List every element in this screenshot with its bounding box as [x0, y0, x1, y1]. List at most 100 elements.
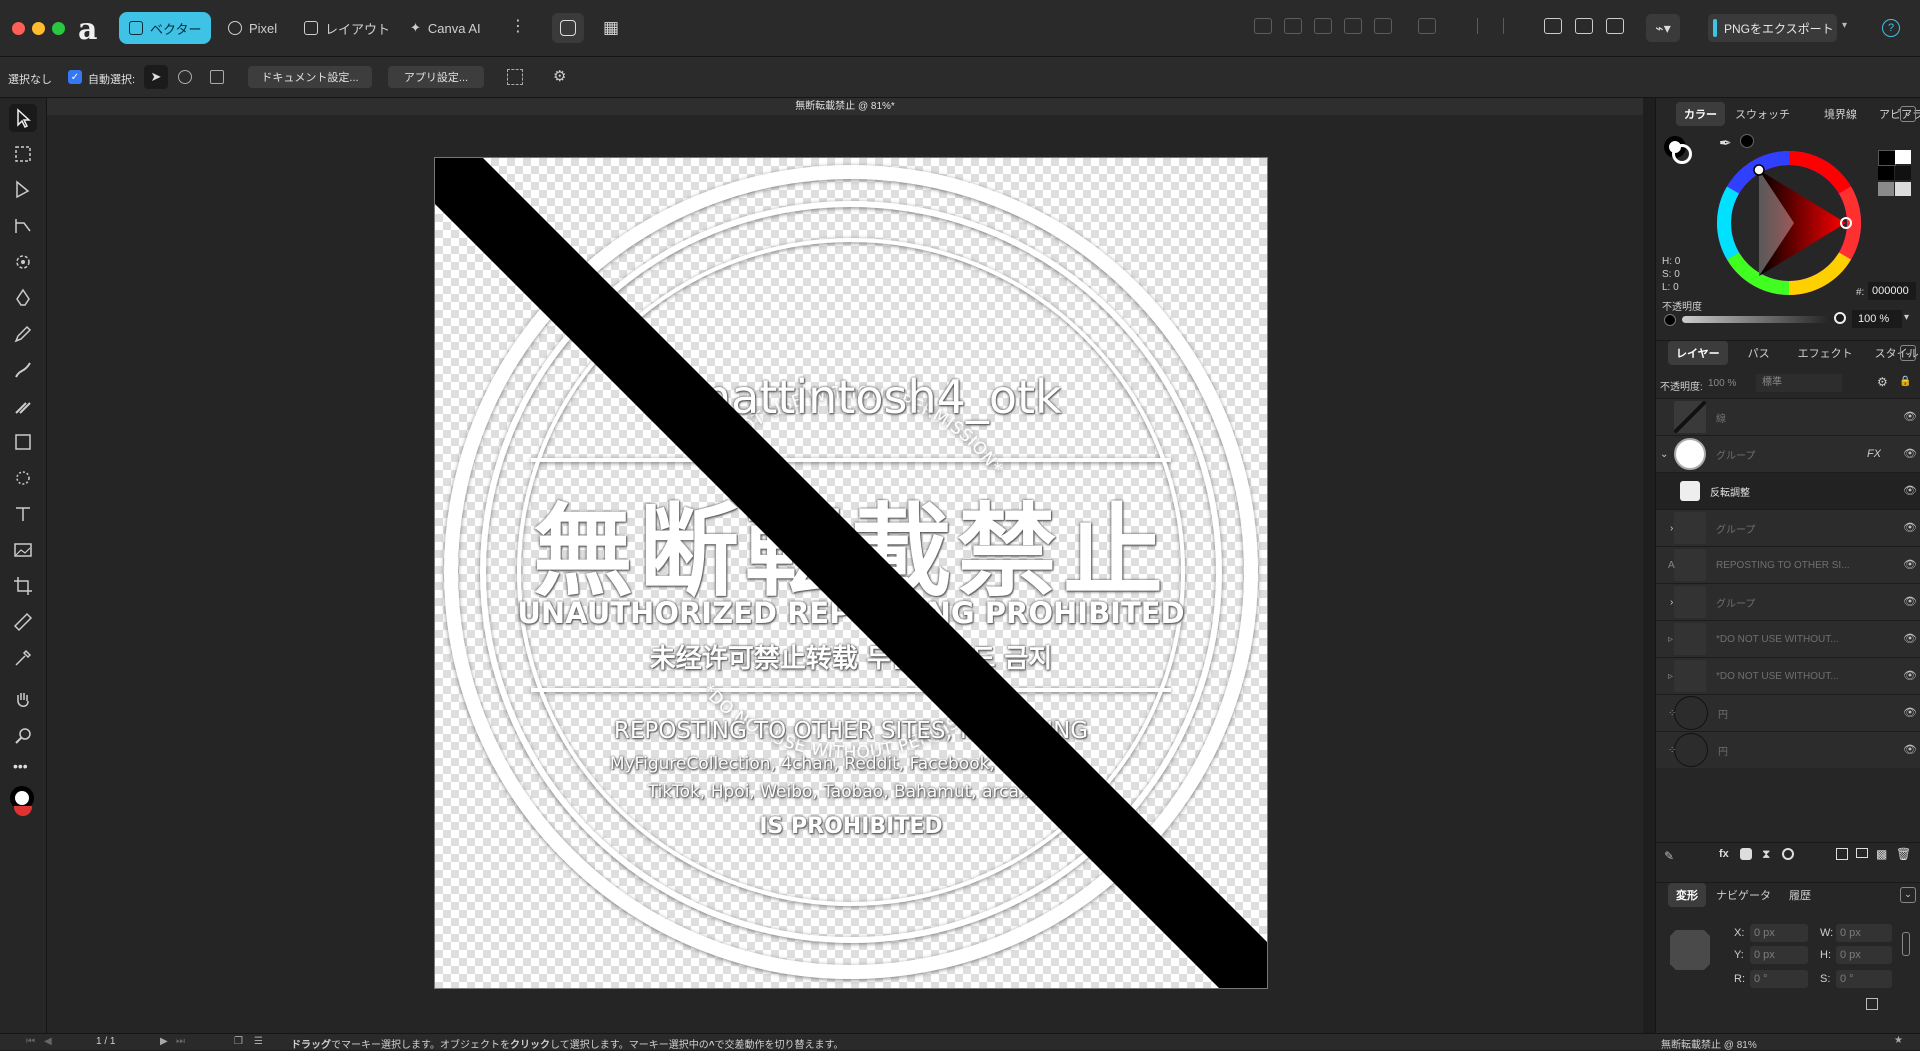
panel-collapse-icon[interactable]: ⌄ [1900, 106, 1916, 122]
persona-vector-button[interactable]: ベクター [119, 12, 212, 44]
tab-stroke[interactable]: 境界線 [1816, 102, 1865, 126]
stroke-color-swatch[interactable] [14, 806, 32, 816]
visibility-eye-icon[interactable]: 👁 [1903, 743, 1917, 756]
anchor-selector-icon[interactable] [1670, 930, 1710, 970]
page-next-icon[interactable]: ▶ [160, 1036, 168, 1047]
arrange-backward-icon[interactable] [1284, 18, 1302, 34]
persona-layout-button[interactable]: レイアウト [294, 12, 400, 44]
hand-tool-icon[interactable] [9, 686, 37, 714]
layer-row[interactable]: ▹ *DO NOT USE WITHOUT... 👁 [1656, 620, 1920, 657]
select-mode-cursor-icon[interactable]: ➤ [144, 65, 168, 89]
snapping-icon[interactable] [1575, 18, 1593, 34]
mask-icon[interactable] [1740, 848, 1752, 860]
visibility-eye-icon[interactable]: 👁 [1903, 521, 1917, 534]
export-png-button[interactable]: PNGをエクスポート [1708, 14, 1837, 42]
help-button[interactable]: ? [1882, 19, 1900, 37]
edit-layer-icon[interactable]: ✎ [1664, 849, 1674, 863]
export-dropdown-icon[interactable]: ▾ [1842, 20, 1847, 31]
studio-toggle-button[interactable] [552, 13, 584, 43]
visibility-eye-icon[interactable]: 👁 [1903, 632, 1917, 645]
view-mode-icon[interactable] [1606, 18, 1624, 34]
notes-icon[interactable]: ☰ [254, 1036, 263, 1047]
trash-icon[interactable]: 🗑 [1896, 847, 1911, 861]
y-input[interactable]: 0 px [1750, 946, 1808, 964]
grid-settings-icon[interactable] [507, 69, 523, 85]
opacity-dropdown-icon[interactable]: ▾ [1904, 312, 1909, 323]
expand-chevron-icon[interactable]: › [1670, 523, 1673, 534]
opacity-input[interactable]: 100 % [1852, 310, 1902, 328]
crop-tool-icon[interactable] [9, 572, 37, 600]
arrange-forward-icon[interactable] [1314, 18, 1332, 34]
pen-tool-icon[interactable] [9, 284, 37, 312]
layer-row[interactable]: ⁘ 円 👁 [1656, 694, 1920, 731]
tab-layers[interactable]: レイヤー [1668, 341, 1728, 365]
artboard[interactable]: *DO NOT USE WITHOUT PERMISSION* *DO NOT … [434, 157, 1268, 989]
corner-tool-icon[interactable] [9, 212, 37, 240]
vector-brush-tool-icon[interactable] [9, 356, 37, 384]
persona-pixel-button[interactable]: Pixel [218, 12, 287, 44]
distribute-icon[interactable] [1418, 18, 1436, 34]
arrange-back-icon[interactable] [1254, 18, 1272, 34]
document-settings-button[interactable]: ドキュメント設定... [248, 66, 372, 88]
opacity-slider-handle[interactable] [1834, 312, 1846, 324]
layer-row[interactable]: 反転調整 👁 [1656, 472, 1920, 509]
folder-icon[interactable] [1856, 848, 1868, 858]
layer-row[interactable]: 線 👁 [1656, 398, 1920, 435]
visibility-eye-icon[interactable]: 👁 [1903, 447, 1917, 460]
favorite-star-icon[interactable]: ★ [1894, 1035, 1903, 1046]
x-input[interactable]: 0 px [1750, 924, 1808, 942]
aspect-lock-icon[interactable] [1902, 932, 1910, 956]
app-settings-button[interactable]: アプリ設定... [388, 66, 484, 88]
expand-chevron-icon[interactable]: › [1670, 597, 1673, 608]
image-tool-icon[interactable] [9, 536, 37, 564]
layer-opacity-value[interactable]: 100 % [1708, 378, 1736, 389]
more-tools-icon[interactable]: ••• [13, 758, 28, 774]
transform-origin-icon[interactable] [1544, 18, 1562, 34]
lock-icon[interactable]: 🔒 [1899, 376, 1911, 387]
snapping-dropdown-icon[interactable]: ⌁▾ [1646, 14, 1680, 42]
layer-settings-gear-icon[interactable]: ⚙ [1877, 375, 1888, 389]
close-window-button[interactable] [12, 22, 25, 35]
swatch-light-gray[interactable] [1895, 182, 1911, 196]
point-transform-tool-icon[interactable] [9, 248, 37, 276]
pages-view-icon[interactable]: ❐ [234, 1036, 243, 1047]
auto-select-checkbox[interactable]: ✓ [68, 70, 82, 84]
visibility-eye-icon[interactable]: 👁 [1903, 706, 1917, 719]
layer-row[interactable]: › グループ 👁 [1656, 509, 1920, 546]
layer-row[interactable]: ▹ *DO NOT USE WITHOUT... 👁 [1656, 657, 1920, 694]
swatch-white[interactable] [1895, 150, 1911, 164]
minimize-window-button[interactable] [32, 22, 45, 35]
adjustment-icon[interactable] [1782, 848, 1794, 860]
tab-color[interactable]: カラー [1676, 102, 1725, 126]
w-input[interactable]: 0 px [1836, 924, 1892, 942]
fill-tool-icon[interactable] [9, 392, 37, 420]
diagonal-slash-overlay[interactable] [435, 158, 1267, 988]
rotation-input[interactable]: 0 ° [1750, 970, 1808, 988]
tab-history[interactable]: 履歴 [1781, 883, 1819, 907]
affinity-logo-icon[interactable]: a [78, 12, 97, 47]
select-mode-layer-icon[interactable] [210, 70, 224, 84]
transform-collapse-icon[interactable]: ⌄ [1900, 887, 1916, 903]
persona-canva-ai-button[interactable]: ✦ Canva AI [400, 12, 491, 44]
align-icon[interactable] [1503, 18, 1521, 34]
grid-apps-icon[interactable]: ▦ [603, 18, 619, 38]
boolean-op-icon[interactable] [1374, 18, 1392, 34]
checker-icon[interactable]: ▩ [1876, 847, 1887, 861]
expand-chevron-icon[interactable]: ⌄ [1660, 449, 1668, 460]
add-layer-icon[interactable] [1836, 848, 1848, 860]
layers-collapse-icon[interactable]: ⌄ [1900, 345, 1916, 361]
zoom-window-button[interactable] [52, 22, 65, 35]
layer-row[interactable]: ⁘ 円 👁 [1656, 731, 1920, 768]
fx-icon[interactable]: fx [1719, 848, 1729, 860]
shear-input[interactable]: 0 ° [1836, 970, 1892, 988]
text-tool-icon[interactable] [9, 500, 37, 528]
hex-input[interactable]: 000000 [1868, 282, 1916, 300]
measure-tool-icon[interactable] [9, 608, 37, 636]
page-last-icon[interactable]: ⏭ [176, 1036, 185, 1047]
swatch-black-2[interactable] [1878, 166, 1894, 180]
page-prev-icon[interactable]: ◀ [44, 1036, 52, 1047]
arrange-front-icon[interactable] [1344, 18, 1362, 34]
shape-builder-tool-icon[interactable] [9, 464, 37, 492]
pencil-tool-icon[interactable] [9, 320, 37, 348]
layer-row[interactable]: › グループ 👁 [1656, 583, 1920, 620]
